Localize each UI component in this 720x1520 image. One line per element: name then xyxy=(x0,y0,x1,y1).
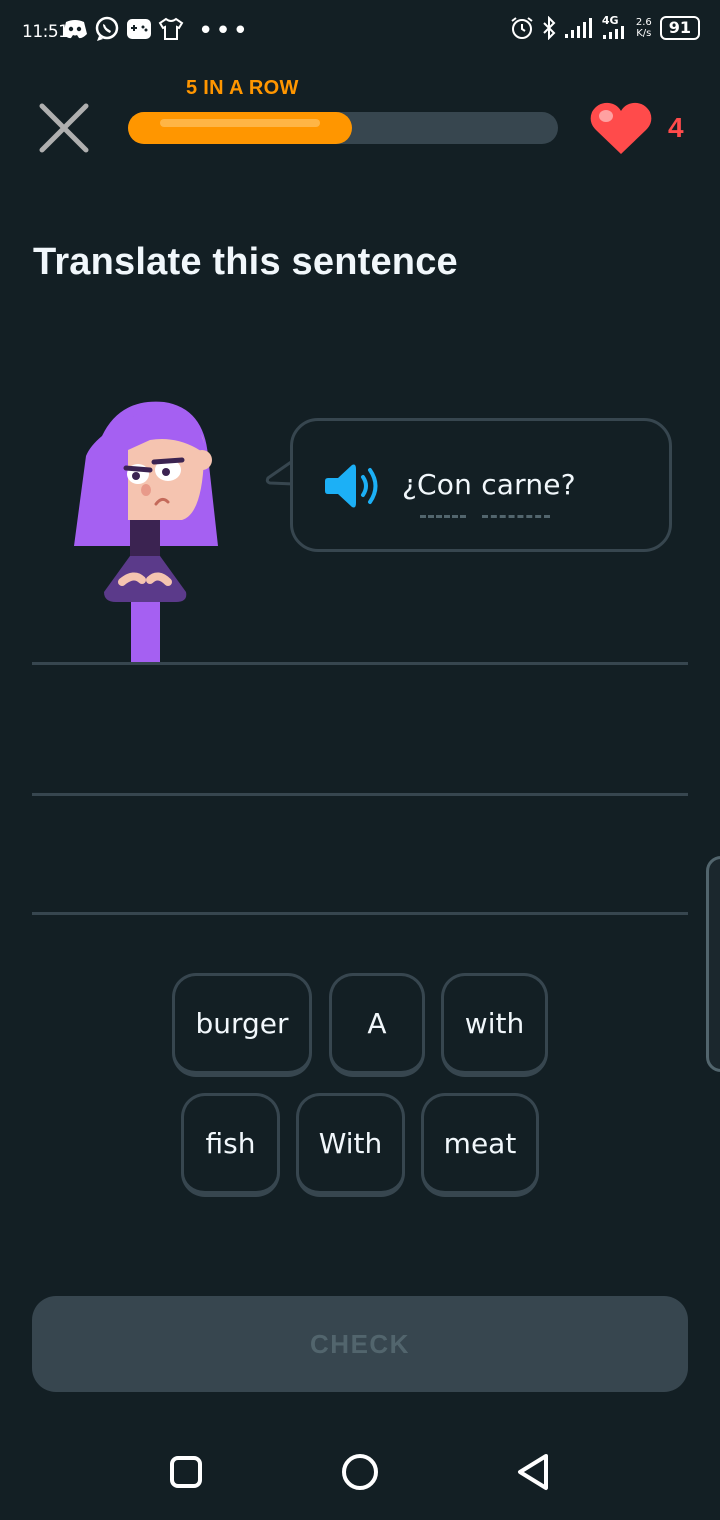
network-4g-icon: 4G xyxy=(602,15,628,40)
answer-line xyxy=(32,793,688,796)
hint-underline-con xyxy=(420,515,466,518)
close-icon xyxy=(39,103,89,153)
close-button[interactable] xyxy=(36,100,92,156)
word-tile[interactable]: With xyxy=(296,1093,405,1197)
home-button[interactable] xyxy=(336,1448,384,1496)
back-button[interactable] xyxy=(510,1448,558,1496)
word-tile[interactable]: with xyxy=(441,973,548,1077)
answer-line xyxy=(32,662,688,665)
discord-icon xyxy=(62,16,88,42)
play-audio-button[interactable] xyxy=(324,461,384,511)
progress-fill xyxy=(128,112,352,144)
character-illustration xyxy=(70,396,230,664)
check-button[interactable]: CHECK xyxy=(32,1296,688,1392)
prompt-sentence[interactable]: ¿Con carne? xyxy=(402,468,576,501)
edge-panel-handle[interactable] xyxy=(706,856,720,1072)
battery-indicator: 91 xyxy=(659,16,700,40)
progress-shine xyxy=(160,119,320,127)
speaker-icon xyxy=(325,464,378,508)
challenge-title: Translate this sentence xyxy=(33,241,458,283)
hearts-count: 4 xyxy=(668,112,684,143)
word-tile[interactable]: A xyxy=(329,973,425,1077)
shirt-icon xyxy=(158,16,184,42)
back-triangle-icon xyxy=(518,1454,548,1490)
status-bar: 11:51 ••• 4G 2.6 K/s 91 xyxy=(0,0,720,64)
signal-icon xyxy=(564,17,594,39)
alarm-icon xyxy=(510,16,534,40)
word-tile[interactable]: burger xyxy=(172,973,312,1077)
answer-line xyxy=(32,912,688,915)
whatsapp-icon xyxy=(94,16,120,42)
circle-icon xyxy=(342,1454,378,1490)
game-icon xyxy=(126,16,152,42)
recents-button[interactable] xyxy=(162,1448,210,1496)
progress-bar xyxy=(128,112,558,144)
bluetooth-icon xyxy=(542,16,556,40)
hint-underline-carne xyxy=(482,515,550,518)
network-speed: 2.6 K/s xyxy=(635,17,652,39)
heart-icon xyxy=(588,100,654,156)
square-icon xyxy=(170,1456,202,1488)
streak-label: 5 IN A ROW xyxy=(186,77,299,99)
word-tile[interactable]: meat xyxy=(421,1093,539,1197)
word-tile[interactable]: fish xyxy=(181,1093,280,1197)
more-notifications-icon: ••• xyxy=(198,16,251,46)
